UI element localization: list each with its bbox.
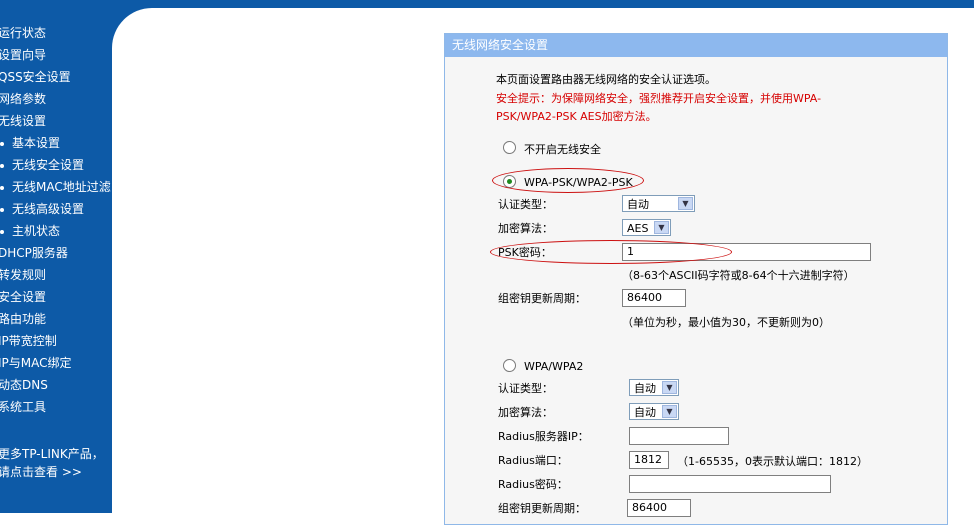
psk-key-hint: （8-63个ASCII码字符或8-64个十六进制字符） [622, 269, 855, 282]
radius-port-label: Radius端口： [498, 454, 568, 467]
psk-renew-hint: （单位为秒，最小值为30，不更新则为0） [622, 316, 830, 329]
radius-pwd-input[interactable] [629, 475, 831, 493]
wpa-renew-input[interactable]: 86400 [627, 499, 691, 517]
sidebar-item-label: IP与MAC绑定 [0, 356, 72, 370]
sidebar-item[interactable]: 无线设置 [0, 110, 111, 132]
sidebar-item[interactable]: DHCP服务器 [0, 242, 111, 264]
sidebar-item-label: 系统工具 [0, 400, 47, 414]
wpa-renew-label: 组密钥更新周期： [498, 502, 586, 515]
sidebar-item[interactable]: 主机状态 [0, 220, 111, 242]
sidebar-item[interactable]: QSS安全设置 [0, 66, 111, 88]
psk-enc-label: 加密算法： [498, 222, 553, 235]
wireless-security-panel: 无线网络安全设置 本页面设置路由器无线网络的安全认证选项。 安全提示：为保障网络… [444, 33, 948, 525]
radius-port-input[interactable]: 1812 [629, 451, 669, 469]
sidebar-item-label: 安全设置 [0, 290, 47, 304]
option-no-security-label: 不开启无线安全 [524, 143, 601, 156]
sidebar-item[interactable]: IP带宽控制 [0, 330, 111, 352]
radius-ip-label: Radius服务器IP： [498, 430, 589, 443]
chevron-down-icon: ▼ [678, 197, 693, 210]
sidebar-item[interactable]: 运行状态 [0, 22, 111, 44]
warning-text-2: PSK/WPA2-PSK AES加密方法。 [496, 110, 657, 123]
sidebar-item-label: 无线MAC地址过滤 [12, 180, 111, 194]
wpa-auth-label: 认证类型： [498, 382, 553, 395]
bullet-icon [0, 141, 4, 146]
psk-auth-label: 认证类型： [498, 198, 553, 211]
sidebar-item-label: 基本设置 [12, 136, 61, 150]
sidebar-item-label: DHCP服务器 [0, 246, 68, 260]
psk-auth-value: 自动 [627, 198, 649, 211]
sidebar-item[interactable]: 系统工具 [0, 396, 111, 418]
annotation-ellipse-psk [492, 168, 644, 193]
sidebar-item[interactable]: 转发规则 [0, 264, 111, 286]
chevron-down-icon: ▼ [654, 221, 669, 234]
sidebar-item-label: 运行状态 [0, 26, 47, 40]
sidebar-item[interactable]: IP与MAC绑定 [0, 352, 111, 374]
chevron-down-icon: ▼ [662, 405, 677, 418]
wpa-enc-value: 自动 [634, 406, 656, 419]
promo-link[interactable]: 更多TP-LINK产品， 请点击查看 >> [0, 445, 104, 481]
chevron-down-icon: ▼ [662, 381, 677, 394]
sidebar-item[interactable]: 无线安全设置 [0, 154, 111, 176]
warning-text-1: 安全提示：为保障网络安全，强烈推荐开启安全设置，并使用WPA- [496, 92, 822, 105]
wpa-auth-select[interactable]: 自动 ▼ [629, 379, 679, 396]
radius-port-hint: （1-65535，0表示默认端口：1812） [677, 455, 868, 468]
sidebar-item[interactable]: 无线MAC地址过滤 [0, 176, 111, 198]
wpa-enc-label: 加密算法： [498, 406, 553, 419]
sidebar-item[interactable]: 设置向导 [0, 44, 111, 66]
bullet-icon [0, 207, 4, 212]
bullet-icon [0, 229, 4, 234]
radio-wpa[interactable] [503, 359, 516, 372]
bullet-icon [0, 163, 4, 168]
annotation-ellipse-key [490, 240, 732, 264]
bullet-icon [0, 185, 4, 190]
psk-renew-label: 组密钥更新周期： [498, 292, 586, 305]
sidebar-item-label: 路由功能 [0, 312, 47, 326]
psk-enc-select[interactable]: AES ▼ [622, 219, 671, 236]
sidebar-item-label: IP带宽控制 [0, 334, 57, 348]
sidebar-item-label: 主机状态 [12, 224, 61, 238]
content-corner [112, 8, 152, 48]
promo-line-2: 请点击查看 >> [0, 465, 82, 479]
sidebar-item-label: 网络参数 [0, 92, 47, 106]
psk-auth-select[interactable]: 自动 ▼ [622, 195, 695, 212]
promo-line-1: 更多TP-LINK产品， [0, 447, 104, 461]
sidebar: 运行状态设置向导 QSS安全设置 网络参数无线设置基本设置无线安全设置无线MAC地址… [0, 8, 112, 513]
intro-text: 本页面设置路由器无线网络的安全认证选项。 [496, 73, 716, 86]
sidebar-menu: 运行状态设置向导 QSS安全设置 网络参数无线设置基本设置无线安全设置无线MAC地址… [0, 22, 111, 418]
panel-title: 无线网络安全设置 [445, 34, 947, 57]
option-wpa-label: WPA/WPA2 [524, 360, 584, 373]
sidebar-item-label: 动态DNS [0, 378, 48, 392]
sidebar-item[interactable]: 基本设置 [0, 132, 111, 154]
psk-enc-value: AES [627, 222, 649, 235]
sidebar-item[interactable]: 动态DNS [0, 374, 111, 396]
radius-pwd-label: Radius密码： [498, 478, 568, 491]
sidebar-item-label: 设置向导 [0, 48, 47, 62]
sidebar-item[interactable]: 无线高级设置 [0, 198, 111, 220]
sidebar-item-label: 无线设置 [0, 114, 47, 128]
sidebar-item-label: 转发规则 [0, 268, 47, 282]
sidebar-item[interactable]: 路由功能 [0, 308, 111, 330]
psk-renew-input[interactable]: 86400 [622, 289, 686, 307]
radio-no-security[interactable] [503, 141, 516, 154]
sidebar-item[interactable]: 安全设置 [0, 286, 111, 308]
sidebar-item[interactable]: 网络参数 [0, 88, 111, 110]
sidebar-item-label: QSS安全设置 [0, 70, 71, 84]
sidebar-item-label: 无线高级设置 [12, 202, 85, 216]
sidebar-item-label: 无线安全设置 [12, 158, 85, 172]
wpa-auth-value: 自动 [634, 382, 656, 395]
radius-ip-input[interactable] [629, 427, 729, 445]
wpa-enc-select[interactable]: 自动 ▼ [629, 403, 679, 420]
top-bar [0, 0, 974, 8]
